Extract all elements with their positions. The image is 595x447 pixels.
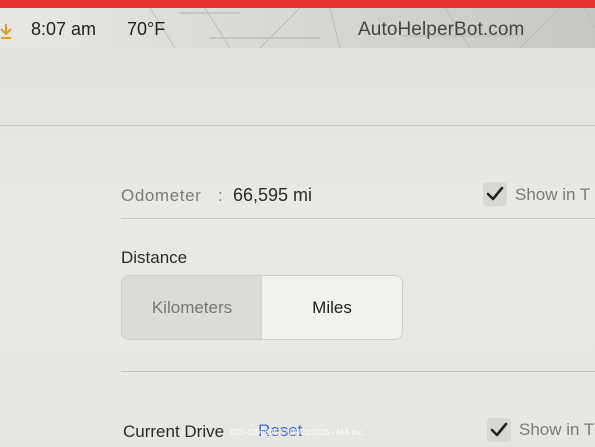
odometer-separator: : xyxy=(218,186,223,205)
distance-unit-toggle: Kilometers Miles xyxy=(121,275,403,340)
distance-title: Distance xyxy=(121,248,188,267)
checkmark-icon xyxy=(486,186,504,201)
footer-caption: 000-42968452 - 08/20/2025 - IAA Inc. xyxy=(230,428,365,437)
odometer-value: 66,595 mi xyxy=(233,185,313,205)
odometer-show-checkbox[interactable] xyxy=(483,182,507,206)
section-divider xyxy=(0,125,595,126)
odometer-divider xyxy=(121,218,595,219)
miles-option[interactable]: Miles xyxy=(262,276,402,339)
kilometers-option[interactable]: Kilometers xyxy=(122,276,262,339)
distance-divider xyxy=(121,371,595,372)
status-bar: 8:07 am 70°F AutoHelperBot.com xyxy=(0,8,595,48)
watermark: AutoHelperBot.com xyxy=(358,19,525,40)
top-red-strip xyxy=(0,0,595,8)
outside-temperature: 70°F xyxy=(127,19,166,39)
download-arrow-icon xyxy=(0,24,12,39)
settings-panel xyxy=(0,48,595,440)
odometer-show-label[interactable]: Show in T xyxy=(515,185,590,205)
odometer-label: Odometer xyxy=(121,186,202,205)
clock-time: 8:07 am xyxy=(31,19,97,39)
